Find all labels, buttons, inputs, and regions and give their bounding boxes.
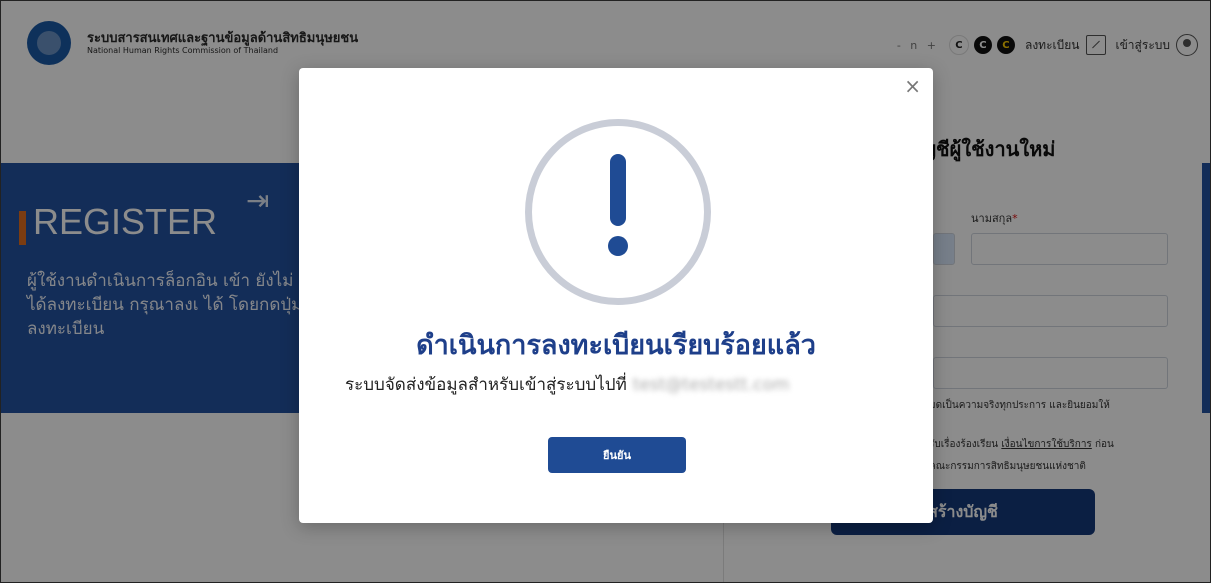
dialog-title: ดำเนินการลงทะเบียนเรียบร้อยแล้ว bbox=[416, 330, 816, 361]
masked-email: test@testestt.com bbox=[632, 375, 790, 395]
confirm-button[interactable]: ยืนยัน bbox=[548, 437, 686, 473]
close-icon[interactable]: × bbox=[904, 76, 921, 96]
dialog-message-text: ระบบจัดส่งข้อมูลสำหรับเข้าสู่ระบบไปที่ bbox=[345, 375, 627, 395]
success-dialog: × ดำเนินการลงทะเบียนเรียบร้อยแล้ว ระบบจั… bbox=[299, 68, 933, 523]
exclamation-alert-icon bbox=[525, 119, 711, 305]
exclamation-dot bbox=[608, 236, 628, 256]
app-frame: ระบบสารสนเทศและฐานข้อมูลด้านสิทธิมนุษยชน… bbox=[0, 0, 1211, 583]
exclamation-bar bbox=[610, 154, 626, 226]
dialog-message: ระบบจัดส่งข้อมูลสำหรับเข้าสู่ระบบไปที่ te… bbox=[345, 371, 789, 398]
